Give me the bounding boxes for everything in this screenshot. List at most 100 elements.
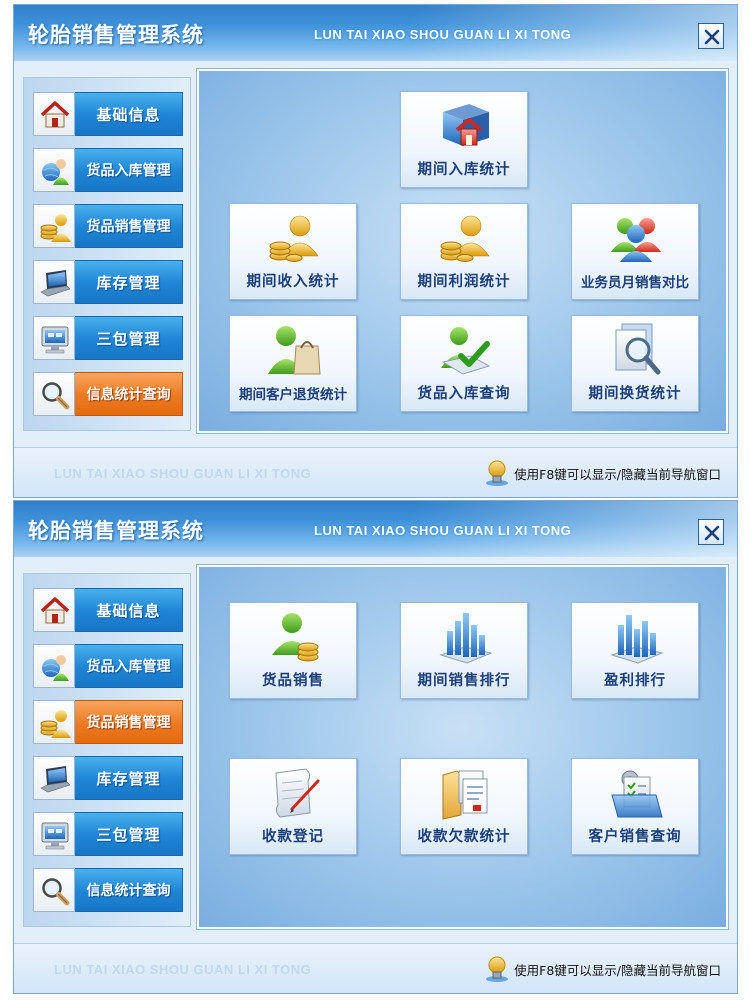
sidebar-item-label: 货品入库管理 — [75, 644, 183, 688]
app-title: 轮胎销售管理系统 — [28, 519, 204, 543]
user-coins-icon — [440, 215, 490, 262]
function-panel: 期间入库统计 期间收入统计 期间利润统计 业务员月销售对比 期间客户退货统计 货… — [196, 68, 729, 434]
sidebar-item-label: 基础信息 — [75, 92, 183, 136]
sidebar-item-statistics[interactable]: 信息统计查询 — [33, 868, 183, 912]
sidebar-item-basic-info[interactable]: 基础信息 — [33, 92, 183, 136]
coins-icon — [40, 214, 71, 242]
tile-goods-sales[interactable]: 货品销售 — [229, 602, 357, 699]
tile-label: 期间客户退货统计 — [239, 387, 347, 403]
tile-label: 客户销售查询 — [588, 829, 682, 845]
tile-label: 期间销售排行 — [417, 673, 511, 689]
user-bag-icon — [268, 326, 321, 375]
laptop-icon — [40, 766, 71, 793]
tile-customer-sales-query[interactable]: 客户销售查询 — [571, 758, 699, 855]
tile-label: 期间收入统计 — [246, 274, 340, 290]
tile-label: 期间入库统计 — [417, 162, 511, 178]
user-group-icon — [611, 218, 661, 262]
tile-profit-ranking[interactable]: 盈利排行 — [571, 602, 699, 699]
tile-payment-arrears-stats[interactable]: 收款欠款统计 — [400, 758, 528, 855]
lightbulb-icon — [486, 460, 509, 486]
sidebar-item-label: 基础信息 — [75, 588, 183, 632]
sidebar-nav: 基础信息 货品入库管理 货品销售管理 库存管理 三包管理 信息统计查询 — [23, 573, 191, 927]
sidebar-item-statistics[interactable]: 信息统计查询 — [33, 372, 183, 416]
sidebar-item-label: 库存管理 — [75, 260, 183, 304]
sidebar-item-label: 货品销售管理 — [75, 700, 183, 744]
sidebar-item-label: 货品入库管理 — [75, 148, 183, 192]
tile-period-customer-return-stats[interactable]: 期间客户退货统计 — [229, 315, 357, 412]
sidebar-item-label: 三包管理 — [75, 812, 183, 856]
tile-label: 货品入库查询 — [417, 386, 511, 402]
tile-period-stock-in-stats[interactable]: 期间入库统计 — [400, 91, 528, 188]
document-search-icon — [615, 323, 661, 375]
tile-period-profit-stats[interactable]: 期间利润统计 — [400, 203, 528, 300]
tile-label: 盈利排行 — [604, 673, 666, 689]
book-house-icon — [443, 104, 489, 146]
tile-label: 业务员月销售对比 — [581, 275, 689, 291]
tile-label: 收款欠款统计 — [417, 829, 511, 845]
sidebar-item-inventory[interactable]: 库存管理 — [33, 260, 183, 304]
tile-label: 期间利润统计 — [417, 274, 511, 290]
sidebar-item-stock-in[interactable]: 货品入库管理 — [33, 148, 183, 192]
tile-salesperson-monthly-compare[interactable]: 业务员月销售对比 — [571, 203, 699, 300]
title-bar: 轮胎销售管理系统 LUN TAI XIAO SHOU GUAN LI XI TO… — [14, 5, 737, 61]
bar-chart-icon — [610, 615, 664, 664]
app-subtitle: LUN TAI XIAO SHOU GUAN LI XI TONG — [314, 27, 572, 42]
sidebar-item-sales[interactable]: 货品销售管理 — [33, 204, 183, 248]
sidebar-item-warranty[interactable]: 三包管理 — [33, 812, 183, 856]
user-globe-icon — [42, 159, 69, 185]
close-icon — [704, 29, 720, 45]
tile-period-sales-ranking[interactable]: 期间销售排行 — [400, 602, 528, 699]
app-window-statistics: 轮胎销售管理系统 LUN TAI XIAO SHOU GUAN LI XI TO… — [13, 4, 738, 498]
user-coins-icon — [272, 613, 319, 662]
title-bar: 轮胎销售管理系统 LUN TAI XIAO SHOU GUAN LI XI TO… — [14, 501, 737, 557]
computer-monitor-icon — [41, 822, 69, 850]
f8-hint: 使用F8键可以显示/隐藏当前导航窗口 — [484, 458, 721, 488]
sidebar-item-label: 库存管理 — [75, 756, 183, 800]
user-coins-icon — [269, 215, 319, 262]
app-title: 轮胎销售管理系统 — [28, 23, 204, 47]
tile-period-income-stats[interactable]: 期间收入统计 — [229, 203, 357, 300]
house-icon — [40, 597, 70, 624]
scroll-pen-icon — [275, 768, 320, 818]
coins-icon — [40, 710, 71, 738]
app-subtitle: LUN TAI XIAO SHOU GUAN LI XI TONG — [314, 523, 572, 538]
footer-brand: LUN TAI XIAO SHOU GUAN LI XI TONG — [54, 962, 312, 977]
status-bar: LUN TAI XIAO SHOU GUAN LI XI TONG 使用F8键可… — [14, 447, 737, 497]
close-button[interactable] — [698, 23, 724, 49]
footer-brand: LUN TAI XIAO SHOU GUAN LI XI TONG — [54, 466, 312, 481]
tile-period-exchange-stats[interactable]: 期间换货统计 — [571, 315, 699, 412]
app-window-sales: 轮胎销售管理系统 LUN TAI XIAO SHOU GUAN LI XI TO… — [13, 500, 738, 994]
sidebar-item-label: 三包管理 — [75, 316, 183, 360]
function-panel: 货品销售 期间销售排行 盈利排行 收款登记 收款欠款统计 客户销售查询 — [196, 564, 729, 930]
close-button[interactable] — [698, 519, 724, 545]
status-bar: LUN TAI XIAO SHOU GUAN LI XI TONG 使用F8键可… — [14, 943, 737, 993]
tile-label: 期间换货统计 — [588, 386, 682, 402]
user-globe-icon — [42, 655, 69, 681]
house-icon — [40, 101, 70, 128]
laptop-icon — [40, 270, 71, 297]
tile-label: 货品销售 — [262, 673, 324, 689]
sidebar-item-basic-info[interactable]: 基础信息 — [33, 588, 183, 632]
f8-hint: 使用F8键可以显示/隐藏当前导航窗口 — [484, 954, 721, 984]
magnifier-icon — [42, 382, 70, 410]
tile-label: 收款登记 — [262, 829, 324, 845]
folder-checklist-icon — [611, 770, 663, 818]
magnifier-icon — [42, 878, 70, 906]
sidebar-nav: 基础信息 货品入库管理 货品销售管理 库存管理 三包管理 信息统计查询 — [23, 77, 191, 431]
sidebar-item-sales[interactable]: 货品销售管理 — [33, 700, 183, 744]
bar-chart-icon — [439, 613, 493, 664]
folder-documents-icon — [442, 770, 488, 820]
sidebar-item-warranty[interactable]: 三包管理 — [33, 316, 183, 360]
close-icon — [704, 525, 720, 541]
footer-hint-text: 使用F8键可以显示/隐藏当前导航窗口 — [514, 962, 721, 978]
sidebar-item-inventory[interactable]: 库存管理 — [33, 756, 183, 800]
lightbulb-icon — [486, 956, 509, 982]
sidebar-item-stock-in[interactable]: 货品入库管理 — [33, 644, 183, 688]
tile-payment-registration[interactable]: 收款登记 — [229, 758, 357, 855]
sidebar-item-label: 货品销售管理 — [75, 204, 183, 248]
footer-hint-text: 使用F8键可以显示/隐藏当前导航窗口 — [514, 466, 721, 482]
sidebar-item-label: 信息统计查询 — [75, 372, 183, 416]
sidebar-item-label: 信息统计查询 — [75, 868, 183, 912]
computer-monitor-icon — [41, 326, 69, 354]
tile-goods-stock-in-query[interactable]: 货品入库查询 — [400, 315, 528, 412]
